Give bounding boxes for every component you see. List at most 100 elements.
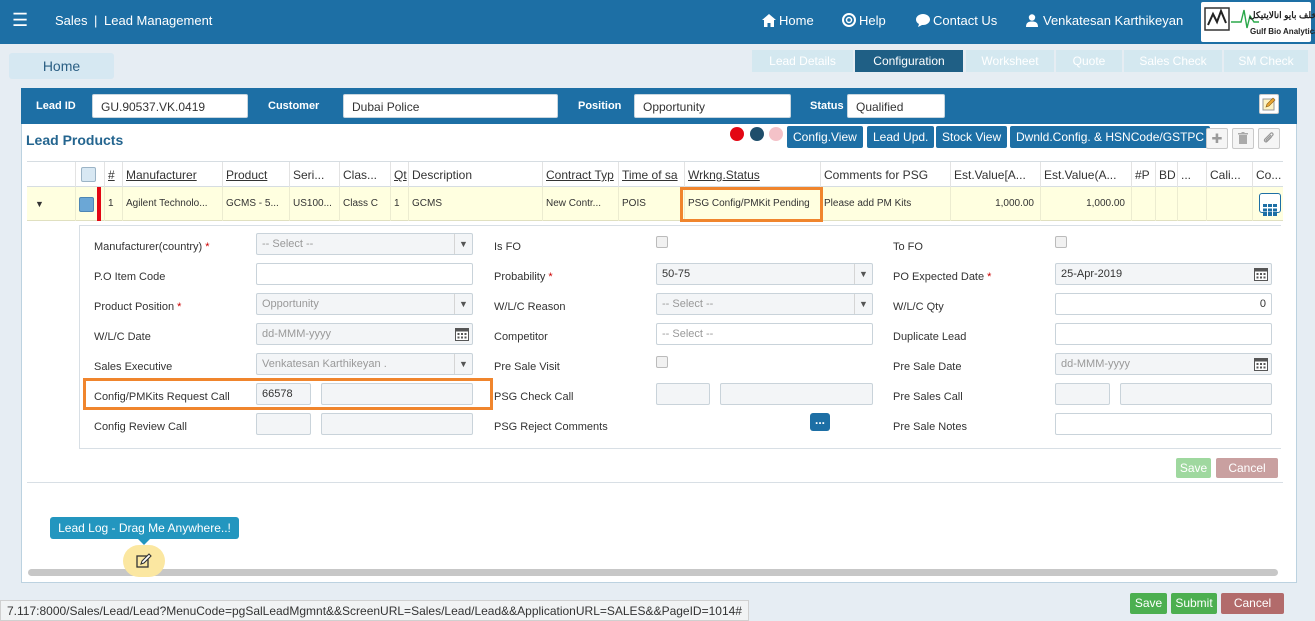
home-button[interactable]: Home [9,53,114,79]
col-header-calibration[interactable]: Cali... [1207,162,1253,188]
wlc-reason-value: -- Select -- [662,298,714,310]
user-icon [1026,14,1038,27]
lead-log-edit-button[interactable] [123,545,165,577]
wlc-reason-select[interactable]: -- Select -- ▼ [656,293,873,315]
competitor-label: Competitor [494,331,548,343]
psg-reject-comments-button[interactable]: ... [810,413,830,431]
table-row[interactable]: ▼ 1 Agilent Technolo... GCMS - 5... US10… [27,187,1283,221]
col-header-working-status[interactable]: Wrkng.Status [685,162,821,188]
status-dot-navy [750,127,764,141]
gba-logo-icon [1204,7,1259,31]
config-review-call-detail[interactable] [321,413,473,435]
detail-save-button[interactable]: Save [1176,458,1211,478]
attach-button[interactable] [1258,128,1280,149]
position-field[interactable]: Opportunity [634,94,791,118]
col-header-time-of-sale[interactable]: Time of sa [619,162,685,188]
stock-view-button[interactable]: Stock View [936,126,1008,148]
col-header-description[interactable]: Description [409,162,543,188]
competitor-input[interactable]: -- Select -- [656,323,873,345]
detail-cancel-button[interactable]: Cancel [1216,458,1278,478]
pre-sale-visit-checkbox[interactable] [656,356,668,368]
po-expected-date-input[interactable]: 25-Apr-2019 [1055,263,1272,285]
row-contract: New Contr... [543,187,619,221]
col-header-comments[interactable]: Comments for PSG [821,162,951,188]
add-product-button[interactable]: ✚ [1206,128,1228,149]
row-collapse-icon[interactable]: ▼ [27,187,76,221]
horizontal-scrollbar[interactable] [28,569,1278,576]
col-header-p[interactable]: #P [1132,162,1156,188]
manufacturer-select[interactable]: -- Select -- ▼ [256,233,473,255]
col-header-contract-type[interactable]: Contract Typ [543,162,619,188]
pre-sale-notes-input[interactable] [1055,413,1272,435]
chevron-down-icon: ▼ [454,354,472,374]
tab-quote[interactable]: Quote [1056,50,1122,72]
col-header-serial[interactable]: Seri... [290,162,340,188]
product-position-select[interactable]: Opportunity ▼ [256,293,473,315]
hamburger-menu-icon[interactable]: ☰ [12,0,28,44]
col-header-more[interactable]: ... [1178,162,1207,188]
calendar-icon[interactable] [455,327,469,341]
user-menu[interactable]: Venkatesan Karthikeyan [1026,0,1183,44]
to-fo-checkbox[interactable] [1055,236,1067,248]
tab-lead-details[interactable]: Lead Details [752,50,853,72]
calendar-icon[interactable] [1254,267,1268,281]
highlight-config-request [83,378,493,410]
tab-configuration[interactable]: Configuration [855,50,963,72]
nav-home-link[interactable]: Home [762,0,814,44]
lead-log-button[interactable]: Lead Log - Drag Me Anywhere..! [50,517,239,539]
nav-contact-link[interactable]: Contact Us [916,0,997,44]
nav-help-link[interactable]: Help [842,0,886,44]
po-item-code-input[interactable] [256,263,473,285]
customer-field[interactable]: Dubai Police [343,94,558,118]
row-select-checkbox[interactable] [79,197,94,212]
tab-worksheet[interactable]: Worksheet [966,50,1054,72]
wlc-qty-input[interactable]: 0 [1055,293,1272,315]
config-view-button[interactable]: Config.View [787,126,863,148]
lead-update-button[interactable]: Lead Upd. [867,126,935,148]
col-header-qty[interactable]: Qt [391,162,409,188]
tab-sales-check[interactable]: Sales Check [1124,50,1222,72]
duplicate-lead-input[interactable] [1055,323,1272,345]
psg-check-call-input[interactable] [656,383,710,405]
status-field[interactable]: Qualified [847,94,945,118]
submit-button[interactable]: Submit [1171,593,1217,614]
tab-sm-check[interactable]: SM Check [1224,50,1308,72]
col-header-est-value-a[interactable]: Est.Value[A... [951,162,1041,188]
manufacturer-select-value: -- Select -- [262,238,314,250]
select-all-checkbox[interactable] [81,167,96,182]
sales-executive-select[interactable]: Venkatesan Karthikeyan . ▼ [256,353,473,375]
calendar-icon[interactable] [1254,357,1268,371]
product-position-value: Opportunity [262,298,319,310]
col-header-bd[interactable]: BD [1156,162,1178,188]
pre-sale-date-input[interactable]: dd-MMM-yyyy [1055,353,1272,375]
required-marker: * [177,301,182,313]
row-p [1132,187,1156,221]
save-button[interactable]: Save [1130,593,1167,614]
col-header-class[interactable]: Clas... [340,162,391,188]
lead-id-field[interactable]: GU.90537.VK.0419 [92,94,248,118]
psg-check-call-detail[interactable] [720,383,873,405]
col-header-number[interactable]: # [105,162,123,188]
pre-sales-call-detail[interactable] [1120,383,1272,405]
edit-lead-button[interactable] [1259,94,1279,114]
delete-product-button[interactable] [1232,128,1254,149]
pre-sales-call-input[interactable] [1055,383,1110,405]
download-config-button[interactable]: Dwnld.Config. & HSNCode/GSTPC [1010,126,1211,148]
wlc-date-input[interactable]: dd-MMM-yyyy [256,323,473,345]
trash-icon [1238,132,1248,144]
top-navbar: ☰ Sales | Lead Management Home Help Cont… [0,0,1315,44]
probability-select[interactable]: 50-75 ▼ [656,263,873,285]
status-dot-red [730,127,744,141]
cancel-button[interactable]: Cancel [1221,593,1284,614]
row-details-button[interactable] [1259,193,1281,216]
plus-icon: ✚ [1211,131,1223,146]
col-header-est-value-b[interactable]: Est.Value(A... [1041,162,1132,188]
row-number: 1 [105,187,123,221]
is-fo-checkbox[interactable] [656,236,668,248]
row-co [1253,187,1283,221]
config-review-call-input[interactable] [256,413,311,435]
row-product: GCMS - 5... [223,187,290,221]
col-header-product[interactable]: Product [223,162,290,188]
col-header-manufacturer[interactable]: Manufacturer [123,162,223,188]
col-header-co[interactable]: Co... [1253,162,1283,188]
